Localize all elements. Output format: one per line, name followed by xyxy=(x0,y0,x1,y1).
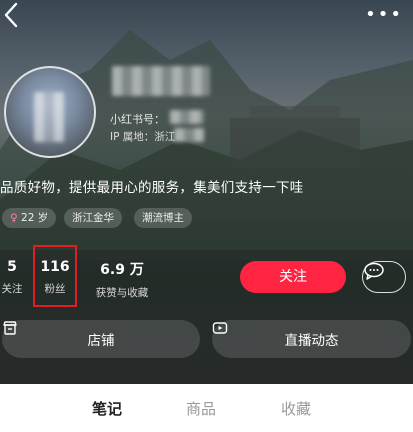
avatar[interactable] xyxy=(4,66,96,158)
highlight-box-followers xyxy=(33,245,77,307)
live-icon xyxy=(212,322,228,334)
ip-location-blurred xyxy=(174,128,204,142)
back-arrow-icon[interactable] xyxy=(0,0,24,30)
tag-age: ♀ 22 岁 xyxy=(2,208,57,228)
more-options-icon[interactable]: ••• xyxy=(365,4,403,25)
tab-collections[interactable]: 收藏 xyxy=(281,398,311,419)
live-dynamics-button[interactable]: 直播动态 xyxy=(212,320,411,358)
chat-button[interactable] xyxy=(362,261,406,293)
profile-bio: 品质好物，提供最用心的服务，集美们支持一下哇 xyxy=(0,180,304,196)
store-icon xyxy=(3,321,17,335)
female-gender-icon: ♀ xyxy=(10,212,22,224)
redbook-id-label: 小红书号： xyxy=(110,113,165,126)
content-tabs: 笔记 商品 收藏 xyxy=(0,384,413,432)
action-bar: 店铺 直播动态 xyxy=(0,320,413,358)
tag-age-label: 22 岁 xyxy=(21,212,49,224)
profile-header-background: ••• 小红书号： IP 属地：浙江 品质好物，提供最用心的服务，集美们支持一下… xyxy=(0,0,413,384)
stat-likes-label: 获赞与收藏 xyxy=(95,287,149,299)
store-button[interactable]: 店铺 xyxy=(2,320,200,358)
stat-following[interactable]: 5 关注 xyxy=(0,259,24,296)
stat-following-value: 5 xyxy=(7,259,17,275)
store-button-label: 店铺 xyxy=(87,333,115,349)
tab-notes[interactable]: 笔记 xyxy=(92,398,122,419)
stat-likes-collects[interactable]: 6.9 万 获赞与收藏 xyxy=(88,259,156,300)
stat-likes-value: 6.9 万 xyxy=(100,262,144,278)
ip-location: IP 属地：浙江 xyxy=(110,131,176,143)
tag-category: 潮流博主 xyxy=(134,208,192,228)
avatar-blurred-face xyxy=(34,92,64,142)
follow-button[interactable]: 关注 xyxy=(240,261,346,293)
tag-location: 浙江金华 xyxy=(64,208,122,228)
username-blurred xyxy=(112,66,210,96)
chat-bubble-icon xyxy=(364,262,384,280)
stat-following-label: 关注 xyxy=(1,283,23,295)
live-dynamics-label: 直播动态 xyxy=(284,333,339,349)
tab-products[interactable]: 商品 xyxy=(186,398,216,419)
redbook-id-blurred xyxy=(170,110,204,124)
